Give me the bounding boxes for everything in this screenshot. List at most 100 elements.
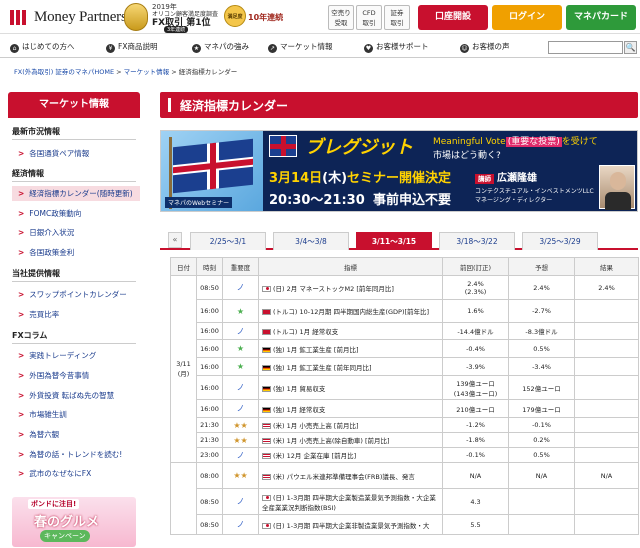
sidebar-item-column-4[interactable]: > 市場雑生訓	[18, 409, 67, 420]
jp-flag-icon	[262, 285, 271, 292]
sidebar-item-swap[interactable]: > スワップポイントカレンダー	[18, 289, 127, 300]
nav-item-market[interactable]: ↗ マーケット情報	[268, 41, 333, 53]
low-importance-icon: ノ	[236, 283, 245, 292]
award-years: 3年連続	[164, 26, 189, 33]
search-input[interactable]	[548, 41, 623, 54]
nav-label: お客様の声	[472, 42, 510, 51]
sidebar-item-currency-pairs[interactable]: > 各国通貨ペア情報	[18, 148, 89, 159]
tab-week-2[interactable]: 3/4〜3/8	[273, 232, 349, 250]
previous-cell: 139億ユーロ (143億ユーロ)	[442, 375, 509, 400]
lecturer-company: コンテクスチュアル・インベストメンツLLC	[475, 188, 594, 195]
seminar-dow: (木)	[322, 171, 348, 186]
indicator-name: (独) 1月 貿易収支	[273, 384, 326, 393]
seminar-banner[interactable]: マネパのWebセミナー ブレグジット Meaningful Vote (重要な投票…	[160, 130, 638, 212]
high-importance-icon: ★★	[233, 420, 248, 430]
importance-cell: ノ	[222, 275, 259, 300]
card-button[interactable]: マネパカード	[566, 5, 636, 30]
time-cell: 08:00	[196, 462, 223, 489]
tab-week-3[interactable]: 3/11〜3/15	[356, 232, 432, 250]
nav-item-beginners[interactable]: ⌂ はじめての方へ	[10, 41, 75, 53]
award-badge: 2019年 オリコン顧客満足度調査 FX取引 第1位 3年連続 満足度 10年連…	[124, 2, 283, 33]
seminar-apply: 事前申込不要	[373, 193, 452, 208]
forecast-cell	[508, 514, 575, 535]
nav-item-voices[interactable]: ☺ お客様の声	[460, 41, 510, 53]
sidebar-item-rates[interactable]: > 各国政策金利	[18, 247, 74, 258]
sidebar-item-column-6[interactable]: > 為替の話・トレンドを読む!	[18, 449, 122, 460]
previous-cell: -0.1%	[442, 447, 509, 463]
previous-cell: 4.3	[442, 488, 509, 515]
people-icon: ☺	[460, 44, 469, 53]
promo-sub: キャンペーン	[40, 530, 90, 542]
indicator-cell: (独) 1月 経常収支	[258, 399, 443, 418]
web-seminar-tag: マネパのWebセミナー	[165, 197, 233, 208]
sidebar-item-column-2[interactable]: > 外国為替今昔事情	[18, 370, 89, 381]
table-row: 16:00 ノ (独) 1月 貿易収支 139億ユーロ (143億ユーロ) 152億ユー…	[171, 375, 639, 400]
sidebar-item-column-3[interactable]: > 外貨投資 転ばぬ先の智慧	[18, 390, 114, 401]
time-cell: 08:50	[196, 275, 223, 300]
result-cell	[574, 322, 639, 340]
tab-week-4[interactable]: 3/18〜3/22	[439, 232, 515, 250]
sidebar-item-column-5[interactable]: > 為替六観	[18, 429, 59, 440]
forecast-cell: 0.2%	[508, 432, 575, 448]
indicator-cell: (米) 12月 企業在庫 [前月比]	[258, 447, 443, 463]
importance-cell: ★★	[222, 417, 259, 433]
low-importance-icon: ノ	[236, 450, 245, 460]
indicator-cell: (トルコ) 1月 経常収支	[258, 322, 443, 340]
forecast-cell: -3.4%	[508, 357, 575, 376]
award-streak: 10年連続	[248, 13, 284, 22]
open-account-button[interactable]: 口座開設	[418, 5, 488, 30]
sidebar-item-column-7[interactable]: > 武市のなぜなにFX	[18, 468, 91, 479]
forecast-cell: 0.5%	[508, 447, 575, 463]
sidebar-item-fomc[interactable]: > FOMC政策動向	[18, 208, 81, 219]
banner-question: 市場はどう動く?	[433, 151, 501, 161]
lecturer-title: マネージング・ディレクター	[475, 197, 553, 204]
time-cell: 23:00	[196, 447, 223, 463]
sidebar: マーケット情報 最新市況情報 > 各国通貨ペア情報 経済情報 > 経済指標カレンダー…	[8, 92, 140, 548]
indicator-cell: (独) 1月 鉱工業生産 [前年同月比]	[258, 357, 443, 376]
breadcrumb-market[interactable]: マーケット情報	[124, 68, 170, 76]
table-row: 16:00 ★ (独) 1月 鉱工業生産 [前年同月比] -3.9% -3.4%	[171, 357, 639, 376]
time-cell: 16:00	[196, 357, 223, 376]
sidebar-section-latest: 最新市況情報	[12, 126, 136, 140]
time-cell: 21:30	[196, 432, 223, 448]
tr-flag-icon	[262, 309, 271, 315]
low-importance-icon: ノ	[236, 404, 245, 413]
table-row: 16:00 ノ (トルコ) 1月 経常収支 -14.4億ドル -8.3億ドル	[171, 322, 639, 340]
sidebar-item-label: 実践トレーディング	[29, 351, 97, 360]
indicator-name: (日) 1-3月期 四半期大企業非製造業景気予測指数・大	[273, 521, 430, 530]
tab-week-5[interactable]: 3/25〜3/29	[522, 232, 598, 250]
sidebar-item-boj[interactable]: > 日銀介入状況	[18, 227, 74, 238]
cfd-button[interactable]: CFD 取引	[356, 5, 382, 30]
short-sell-button[interactable]: 空売り 受取	[328, 5, 354, 30]
sidebar-item-calendar[interactable]: > 経済指標カレンダー(随時更新)	[12, 186, 140, 201]
indicator-name: (独) 1月 鉱工業生産 [前年同月比]	[273, 363, 372, 372]
result-cell	[574, 417, 639, 433]
indicator-name: (米) 1月 小売売上高(除自動車) [前月比]	[273, 437, 390, 445]
de-flag-icon	[262, 406, 271, 413]
indicator-cell: (トルコ) 10-12月期 四半期国内総生産(GDP)[前年比]	[258, 299, 443, 323]
nav-item-fx[interactable]: ¥ FX商品説明	[106, 41, 157, 53]
prev-week-button[interactable]: «	[168, 232, 182, 248]
col-previous: 前回(訂正)	[442, 257, 509, 276]
breadcrumb-home[interactable]: FX(外為取引) 証券のマネパHOME	[14, 68, 114, 76]
sidebar-section-economy: 経済情報	[12, 168, 136, 182]
securities-button[interactable]: 証券 取引	[384, 5, 410, 30]
result-cell	[574, 399, 639, 418]
sidebar-item-ratio[interactable]: > 売買比率	[18, 309, 59, 320]
table-header-row: 日付 時刻 重要度 指標 前回(訂正) 予想 結果	[170, 257, 639, 276]
search-icon[interactable]: 🔍	[624, 41, 637, 54]
login-button[interactable]: ログイン	[492, 5, 562, 30]
forecast-cell: -0.1%	[508, 417, 575, 433]
logo-mark-icon[interactable]	[10, 10, 28, 25]
mid-importance-icon: ★	[236, 344, 245, 353]
star-icon: ★	[192, 44, 201, 53]
logo-text[interactable]: Money Partners	[34, 9, 127, 26]
campaign-banner[interactable]: ボンドに注目! 春のグルメ キャンペーン	[12, 497, 136, 547]
tab-week-1[interactable]: 2/25〜3/1	[190, 232, 266, 250]
nav-item-strengths[interactable]: ★ マネパの強み	[192, 41, 249, 53]
table-row: 08:50 ノ (日) 1-3月期 四半期大企業製造業景気予測指数・大企業全産業業況…	[171, 488, 639, 515]
nav-item-support[interactable]: ♥ お客様サポート	[364, 41, 429, 53]
previous-cell: 210億ユーロ	[442, 399, 509, 418]
sidebar-item-column-1[interactable]: > 実践トレーディング	[18, 350, 96, 361]
forecast-cell: 0.5%	[508, 339, 575, 358]
